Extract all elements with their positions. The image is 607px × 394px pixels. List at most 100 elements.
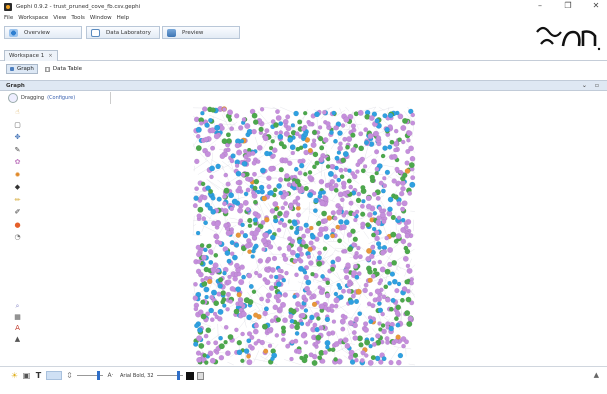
graph-node-purple[interactable]: [218, 354, 225, 361]
graph-node-purple[interactable]: [295, 212, 302, 218]
graph-node-purple[interactable]: [200, 277, 205, 283]
graph-node-green[interactable]: [297, 119, 303, 125]
graph-node-purple[interactable]: [381, 328, 387, 335]
graph-node-blue[interactable]: [222, 270, 227, 276]
menu-workspace[interactable]: Workspace: [18, 15, 48, 21]
graph-node-blue[interactable]: [246, 314, 253, 321]
graph-node-green[interactable]: [312, 151, 319, 158]
graph-node-purple[interactable]: [237, 185, 243, 191]
graph-node-purple[interactable]: [346, 288, 352, 294]
graph-node-green[interactable]: [337, 238, 343, 244]
graph-node-blue[interactable]: [193, 195, 199, 201]
graph-node-blue[interactable]: [250, 254, 255, 259]
edge-label-mode-button[interactable]: [46, 371, 62, 380]
paint-icon[interactable]: ✿: [13, 158, 22, 167]
graph-node-blue[interactable]: [293, 166, 299, 172]
graph-node-purple[interactable]: [342, 314, 348, 320]
graph-node-purple[interactable]: [272, 304, 279, 311]
graph-node-purple[interactable]: [244, 122, 251, 130]
graph-node-orange[interactable]: [246, 354, 251, 359]
graph-node-purple[interactable]: [341, 288, 346, 294]
graph-node-purple[interactable]: [330, 228, 336, 233]
configure-link[interactable]: (Configure): [47, 95, 75, 101]
graph-node-purple[interactable]: [213, 340, 219, 346]
graph-node-green[interactable]: [218, 343, 225, 350]
graph-node-purple[interactable]: [364, 353, 369, 358]
graph-node-green[interactable]: [322, 246, 328, 251]
graph-canvas[interactable]: [192, 106, 416, 366]
graph-node-blue[interactable]: [229, 240, 235, 246]
graph-node-green[interactable]: [220, 290, 226, 296]
graph-node-green[interactable]: [333, 357, 338, 362]
graph-node-purple[interactable]: [198, 271, 204, 278]
graph-node-purple[interactable]: [406, 138, 411, 143]
graph-node-purple[interactable]: [378, 278, 384, 283]
graph-node-purple[interactable]: [229, 206, 235, 212]
graph-node-green[interactable]: [261, 323, 268, 330]
graph-node-purple[interactable]: [289, 238, 296, 244]
graph-node-purple[interactable]: [204, 151, 211, 158]
graph-node-green[interactable]: [281, 328, 287, 334]
graph-node-green[interactable]: [273, 206, 279, 212]
graph-node-blue[interactable]: [317, 194, 323, 199]
graph-node-blue[interactable]: [216, 196, 222, 202]
graph-node-blue[interactable]: [241, 161, 247, 167]
font-selector[interactable]: Arial Bold, 32: [120, 373, 154, 379]
graph-node-green[interactable]: [350, 132, 356, 138]
graph-node-green[interactable]: [243, 297, 250, 304]
graph-node-purple[interactable]: [338, 141, 343, 146]
graph-node-purple[interactable]: [260, 237, 268, 244]
graph-node-purple[interactable]: [209, 357, 216, 364]
graph-node-purple[interactable]: [375, 333, 381, 339]
graph-node-purple[interactable]: [238, 125, 244, 131]
graph-node-purple[interactable]: [278, 177, 284, 183]
graph-node-purple[interactable]: [235, 180, 241, 186]
graph-node-purple[interactable]: [225, 181, 231, 187]
graph-node-purple[interactable]: [365, 195, 372, 202]
graph-node-purple[interactable]: [194, 158, 200, 165]
graph-node-green[interactable]: [272, 187, 278, 193]
graph-node-blue[interactable]: [388, 325, 395, 332]
graph-node-purple[interactable]: [308, 240, 314, 246]
graph-node-green[interactable]: [227, 117, 233, 123]
graph-node-green[interactable]: [227, 334, 234, 340]
graph-node-purple[interactable]: [289, 356, 294, 362]
heat-icon[interactable]: ✹: [13, 171, 22, 180]
graph-node-green[interactable]: [258, 126, 264, 133]
graph-node-purple[interactable]: [246, 359, 253, 366]
graph-node-purple[interactable]: [260, 220, 266, 225]
graph-node-purple[interactable]: [408, 145, 414, 152]
graph-node-purple[interactable]: [264, 128, 270, 134]
graph-node-blue[interactable]: [298, 265, 304, 272]
graph-node-purple[interactable]: [266, 175, 272, 181]
graph-node-purple[interactable]: [318, 289, 325, 296]
graph-node-purple[interactable]: [325, 121, 331, 127]
graph-node-purple[interactable]: [307, 174, 313, 181]
graph-node-green[interactable]: [203, 266, 210, 273]
graph-node-blue[interactable]: [230, 153, 236, 159]
graph-node-purple[interactable]: [401, 343, 406, 349]
graph-node-green[interactable]: [340, 157, 346, 164]
graph-node-purple[interactable]: [229, 286, 236, 292]
graph-node-purple[interactable]: [209, 294, 215, 300]
graph-node-blue[interactable]: [273, 274, 279, 280]
graph-node-purple[interactable]: [236, 149, 243, 156]
graph-node-purple[interactable]: [264, 279, 271, 286]
graph-node-purple[interactable]: [320, 358, 326, 364]
graph-node-purple[interactable]: [289, 323, 295, 329]
graph-node-blue[interactable]: [269, 234, 276, 241]
graph-node-purple[interactable]: [266, 256, 271, 262]
graph-node-purple[interactable]: [346, 282, 352, 288]
graph-node-purple[interactable]: [314, 341, 319, 346]
graph-node-purple[interactable]: [253, 341, 259, 346]
graph-node-purple[interactable]: [407, 242, 412, 248]
graph-node-purple[interactable]: [391, 153, 398, 160]
graph-node-green[interactable]: [247, 223, 253, 229]
graph-node-purple[interactable]: [267, 343, 273, 349]
graph-node-purple[interactable]: [219, 153, 226, 160]
graph-node-orange[interactable]: [367, 277, 373, 283]
graph-node-purple[interactable]: [317, 125, 323, 130]
graph-node-purple[interactable]: [393, 147, 398, 153]
graph-node-purple[interactable]: [303, 340, 309, 345]
graph-node-blue[interactable]: [209, 165, 216, 172]
